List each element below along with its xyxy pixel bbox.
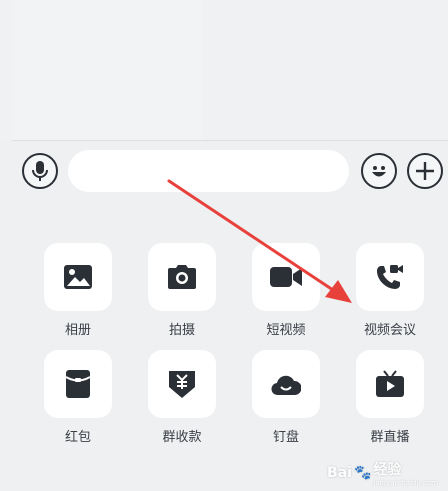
- action-label: 相册: [64, 323, 91, 338]
- message-area: [0, 0, 448, 140]
- cloud-drive-icon: [271, 375, 301, 396]
- action-group-live[interactable]: 群直播: [356, 350, 424, 445]
- emoji-button[interactable]: [361, 153, 397, 189]
- image-icon: [64, 265, 92, 289]
- group-collect-icon: [169, 371, 195, 398]
- message-input[interactable]: [68, 150, 349, 192]
- action-label: 视频会议: [363, 323, 416, 338]
- more-button[interactable]: [407, 153, 443, 189]
- action-short-video[interactable]: 短视频: [252, 243, 320, 338]
- action-tile[interactable]: [252, 243, 320, 311]
- watermark-logo: Bai: [327, 465, 352, 481]
- action-tile[interactable]: [252, 350, 320, 418]
- video-camera-icon: [270, 267, 302, 287]
- camera-icon: [168, 265, 196, 289]
- watermark-text: 经验: [373, 462, 402, 478]
- smiley-icon: [372, 166, 386, 177]
- action-tile[interactable]: [44, 243, 112, 311]
- action-tile[interactable]: [148, 243, 216, 311]
- watermark-sub: jingyan.baidu.com: [373, 479, 438, 487]
- action-tile[interactable]: [44, 350, 112, 418]
- action-tile[interactable]: [356, 350, 424, 418]
- action-camera[interactable]: 拍摄: [148, 243, 216, 338]
- action-label: 钉盘: [272, 430, 299, 445]
- action-panel: 相册 拍摄 短视频 视频会议 红包 群收款 钉盘 群直播: [0, 203, 448, 491]
- action-video-meeting[interactable]: 视频会议: [356, 243, 424, 338]
- voice-button[interactable]: [22, 153, 58, 189]
- message-area-shade: [12, 0, 202, 140]
- paw-icon: 🐾: [353, 465, 372, 481]
- action-label: 拍摄: [168, 323, 195, 338]
- action-cloud-drive[interactable]: 钉盘: [252, 350, 320, 445]
- action-group-collect[interactable]: 群收款: [148, 350, 216, 445]
- input-bar: [0, 141, 448, 203]
- microphone-icon: [32, 161, 48, 181]
- action-label: 群收款: [162, 430, 202, 445]
- action-label: 短视频: [266, 323, 306, 338]
- action-label: 群直播: [370, 430, 410, 445]
- plus-icon: [416, 162, 434, 180]
- action-tile[interactable]: [148, 350, 216, 418]
- red-packet-icon: [65, 370, 91, 398]
- action-tile[interactable]: [356, 243, 424, 311]
- live-tv-icon: [376, 370, 404, 397]
- watermark: Bai 🐾 经验 jingyan.baidu.com: [327, 459, 438, 487]
- video-call-icon: [377, 265, 403, 289]
- action-album[interactable]: 相册: [44, 243, 112, 338]
- action-red-packet[interactable]: 红包: [44, 350, 112, 445]
- action-label: 红包: [64, 430, 91, 445]
